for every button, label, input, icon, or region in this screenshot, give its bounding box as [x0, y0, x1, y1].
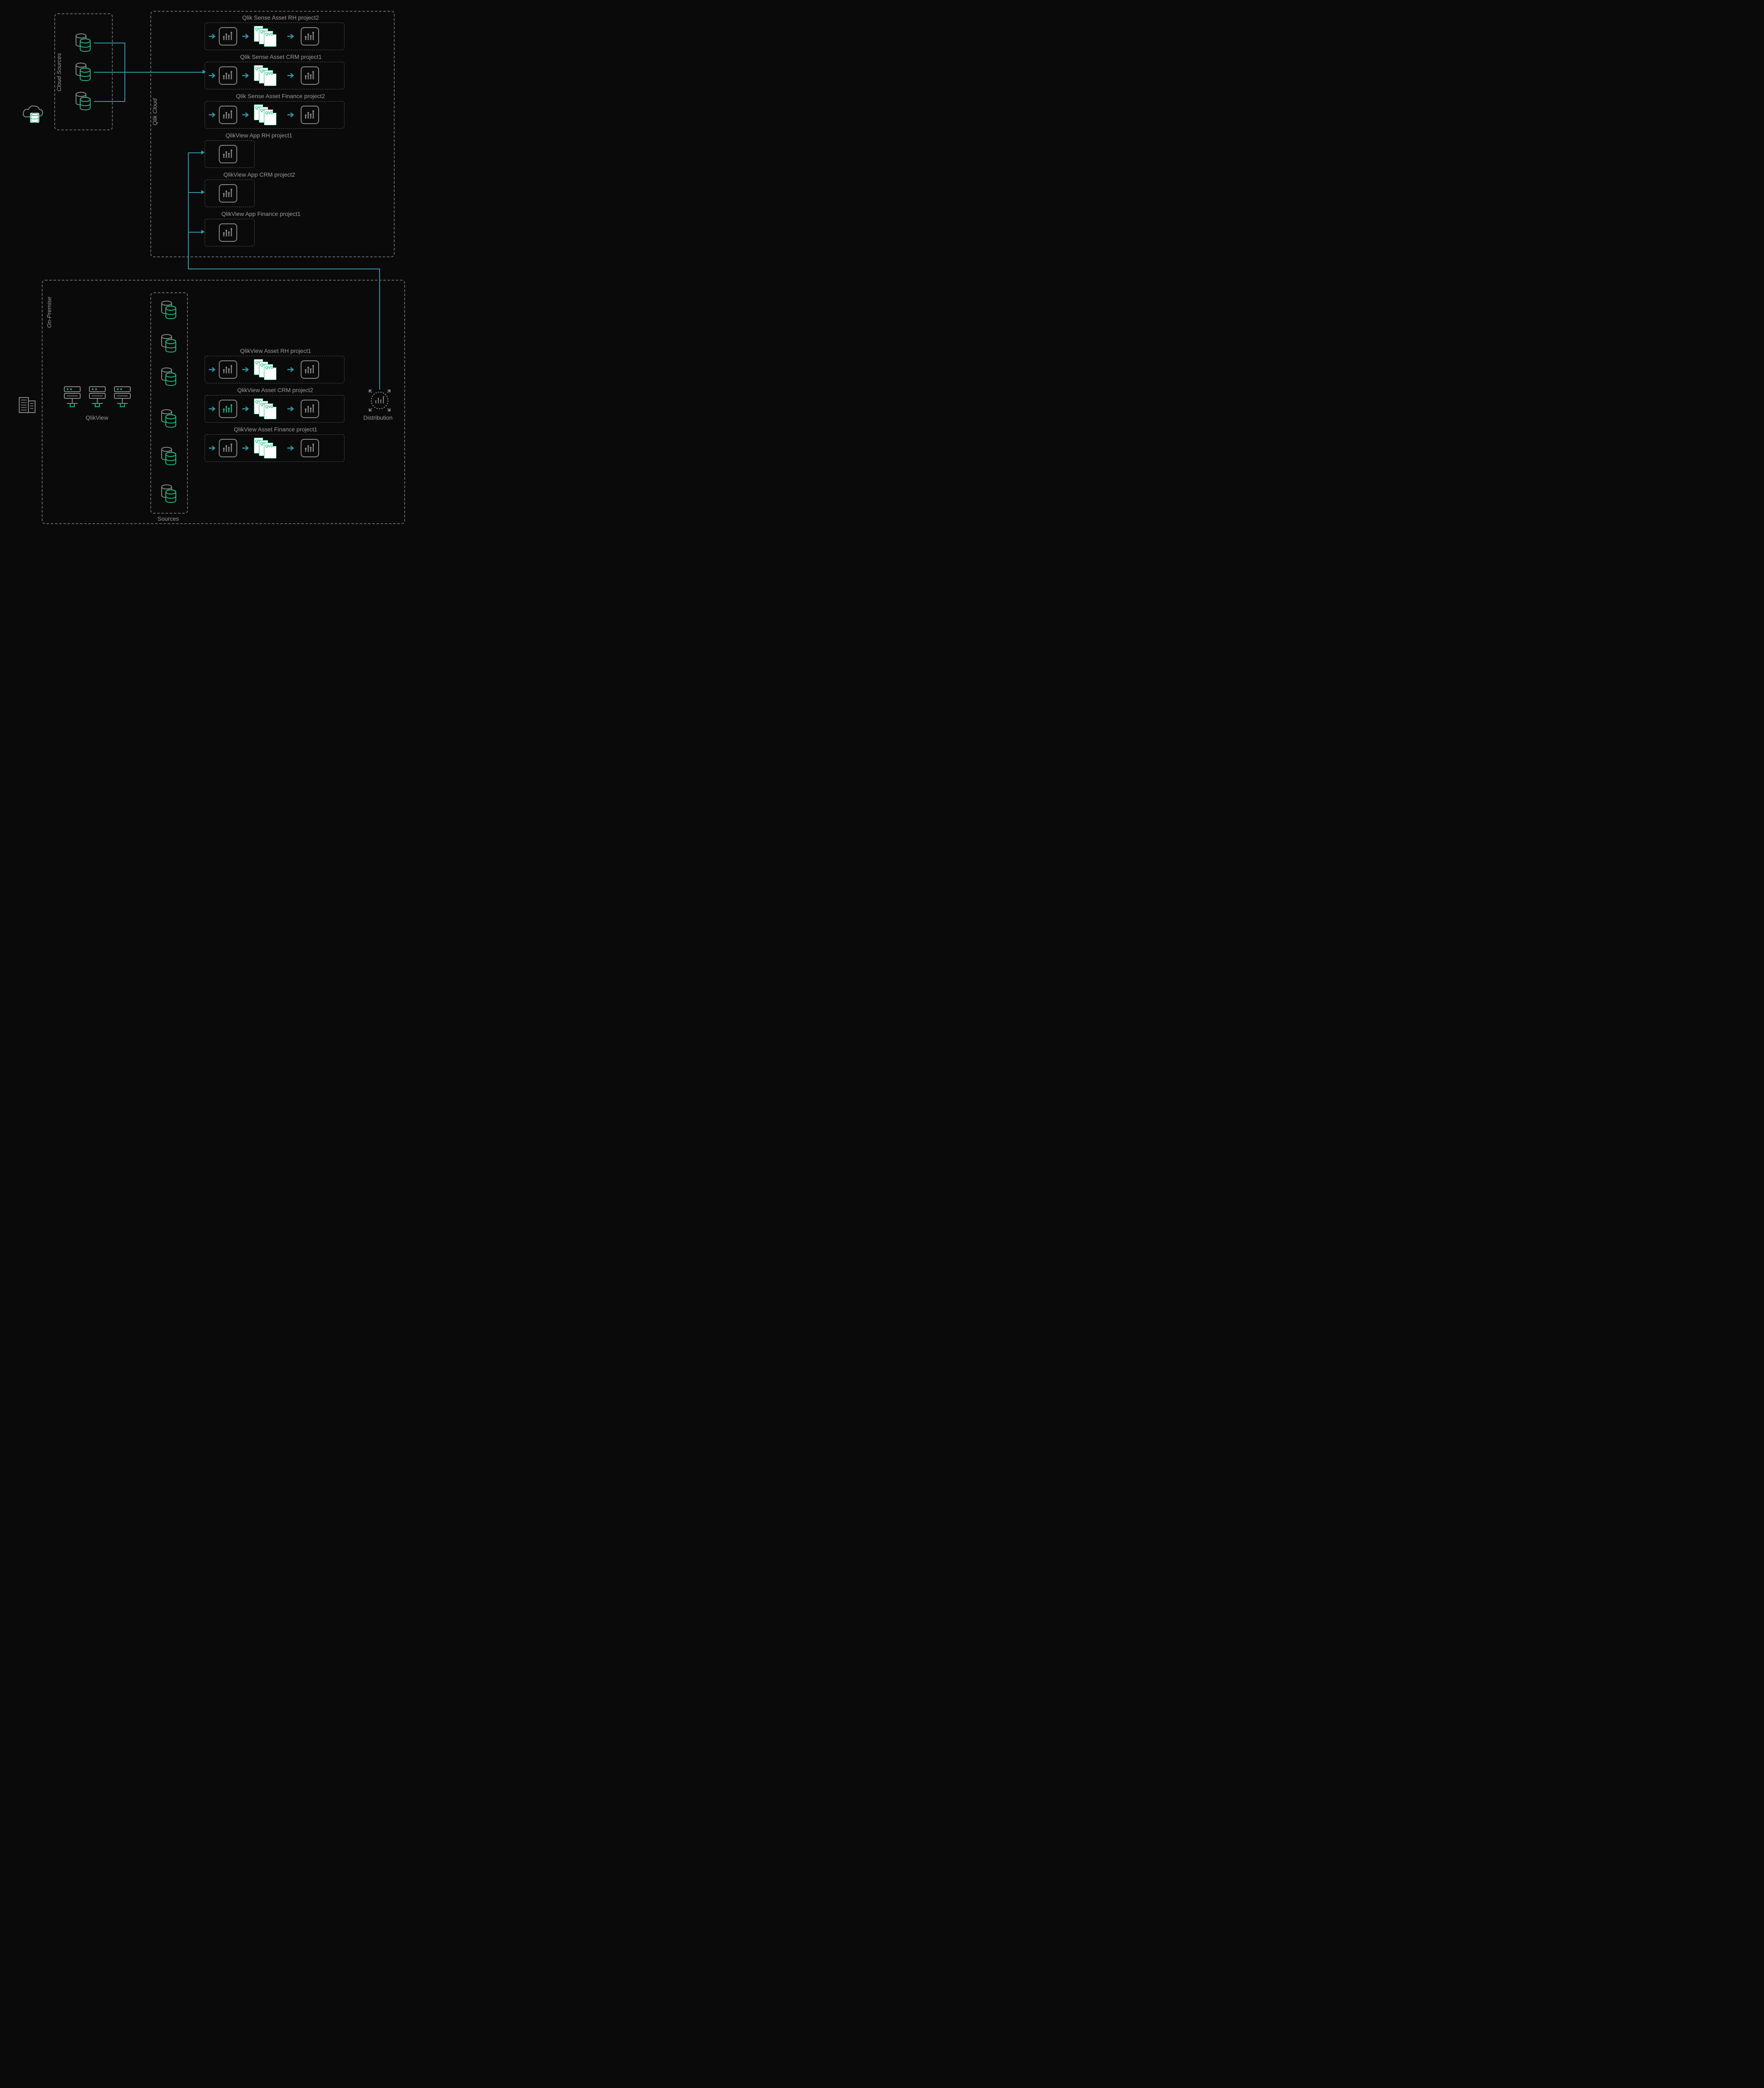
distribution-label: Distribution — [363, 414, 393, 421]
arrow-right-icon — [287, 445, 295, 451]
arrow-right-icon — [209, 73, 216, 79]
qvd-files-icon: QV QV QVD — [254, 65, 277, 86]
diagram-canvas: Cloud Sources Qlik Cloud Qlik Sense Asse… — [8, 8, 409, 535]
chart-app-icon — [219, 27, 237, 46]
qvd-files-icon: QV QV QVD — [254, 104, 277, 125]
on-premise-label: On-Premise — [46, 297, 52, 328]
distribution-icon — [368, 389, 391, 412]
database-icon — [75, 33, 92, 52]
cloud-db-icon — [30, 113, 39, 123]
qvd-files-icon: QV QV QVD — [254, 26, 277, 47]
connector — [94, 72, 125, 73]
arrow-right-icon — [209, 112, 216, 118]
group-title: Qlik Sense Asset CRM project1 — [240, 53, 322, 60]
connector — [124, 72, 204, 73]
database-icon — [161, 367, 177, 386]
arrow-right-icon — [201, 230, 205, 234]
building-icon — [17, 393, 38, 413]
database-icon — [161, 334, 177, 353]
group-title: QlikView App CRM project2 — [223, 171, 295, 178]
group-title: QlikView App RH project1 — [226, 132, 292, 139]
connector — [188, 232, 203, 233]
cloud-sources-label: Cloud Sources — [56, 53, 62, 91]
arrow-right-icon — [242, 33, 250, 39]
chart-app-icon — [301, 66, 319, 85]
arrow-right-icon — [209, 406, 216, 412]
database-icon — [161, 301, 177, 319]
database-icon — [75, 63, 92, 81]
database-icon — [161, 484, 177, 503]
arrow-right-icon — [209, 367, 216, 372]
server-icon — [88, 384, 107, 409]
arrow-right-icon — [242, 445, 250, 451]
arrow-right-icon — [242, 367, 250, 372]
chart-app-icon — [301, 27, 319, 46]
group-title: QlikView Asset CRM project2 — [237, 387, 313, 393]
arrow-right-icon — [209, 33, 216, 39]
qlik-cloud-label: Qlik Cloud — [151, 99, 158, 126]
connector — [188, 152, 189, 269]
arrow-right-icon — [287, 73, 295, 79]
chart-app-icon — [301, 106, 319, 124]
database-icon — [161, 409, 177, 428]
qvd-files-icon: QV QV QVD — [254, 398, 277, 419]
database-icon — [75, 92, 92, 111]
chart-app-icon — [219, 106, 237, 124]
group-title: QlikView App Finance project1 — [221, 210, 301, 217]
server-icon — [63, 384, 82, 409]
arrow-right-icon — [287, 367, 295, 372]
chart-app-icon — [219, 439, 237, 457]
arrow-right-icon — [242, 406, 250, 412]
chart-app-icon — [301, 360, 319, 379]
group-title: Qlik Sense Asset RH project2 — [242, 14, 319, 21]
arrow-right-icon — [242, 112, 250, 118]
connector — [94, 101, 125, 102]
chart-app-icon — [301, 400, 319, 418]
arrow-right-icon — [201, 150, 205, 155]
chart-app-icon — [219, 400, 237, 418]
qvd-files-icon: QV QV QVD — [254, 438, 277, 459]
database-icon — [161, 447, 177, 466]
qvd-files-icon: QV QV QVD — [254, 359, 277, 380]
chart-app-icon — [219, 223, 237, 242]
chart-app-icon — [301, 439, 319, 457]
chart-app-icon — [219, 184, 237, 203]
chart-app-icon — [219, 145, 237, 163]
group-title: QlikView Asset RH project1 — [240, 347, 311, 354]
server-icon — [113, 384, 132, 409]
group-title: Qlik Sense Asset Finance project2 — [236, 93, 325, 99]
chart-app-icon — [219, 360, 237, 379]
qlikview-label: QlikView — [86, 414, 108, 421]
sources-label: Sources — [157, 515, 179, 522]
arrow-right-icon — [287, 406, 295, 412]
connector — [188, 192, 203, 193]
arrow-right-icon — [209, 445, 216, 451]
arrow-right-icon — [201, 190, 205, 194]
sources-region — [150, 292, 188, 514]
group-title: QlikView Asset Finance project1 — [234, 426, 317, 433]
arrow-right-icon — [242, 73, 250, 79]
chart-app-icon — [219, 66, 237, 85]
connector — [188, 152, 203, 153]
arrow-right-icon — [287, 112, 295, 118]
arrow-right-icon — [287, 33, 295, 39]
